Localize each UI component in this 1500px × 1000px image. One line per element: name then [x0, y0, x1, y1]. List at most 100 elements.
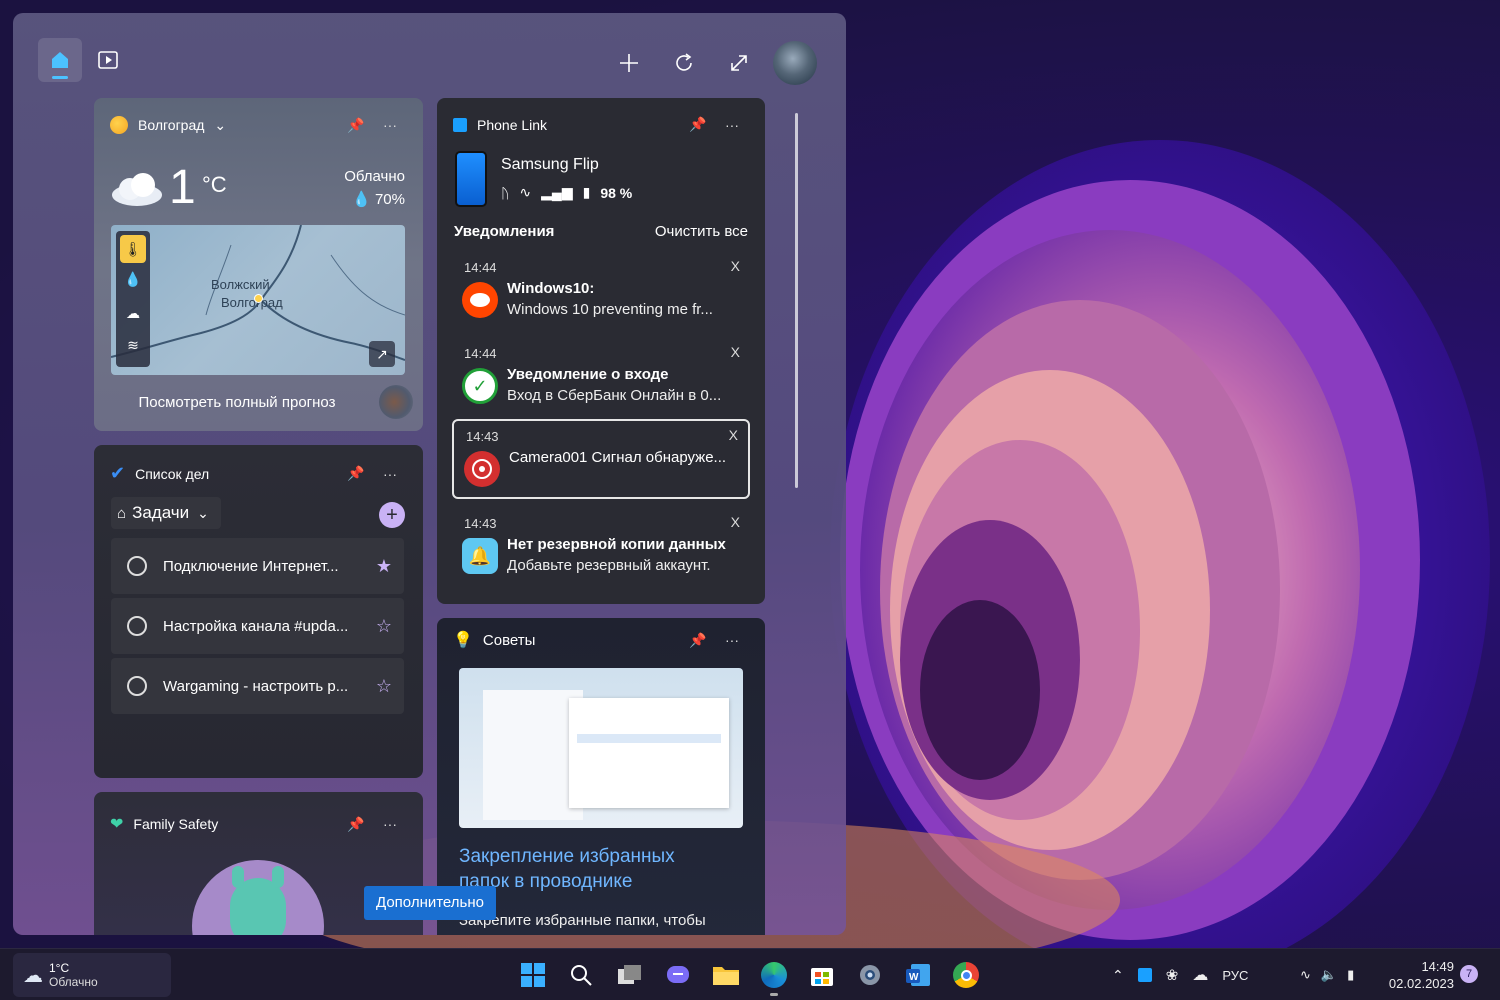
todo-header: ✔ Список дел 📌 ···: [110, 463, 407, 484]
quick-settings[interactable]: ∿ 🔈 ▮: [1300, 949, 1354, 1000]
llama-illustration: [192, 860, 324, 935]
settings-button[interactable]: [854, 959, 886, 991]
scrollbar[interactable]: [795, 113, 798, 488]
star-filled-icon[interactable]: ★: [364, 556, 404, 577]
weather-taskbar-button[interactable]: ☁ 1°C Облачно: [13, 953, 171, 997]
more-button[interactable]: Дополнительно: [364, 886, 496, 920]
refresh-icon: [676, 53, 692, 71]
task-checkbox[interactable]: [127, 676, 147, 696]
chevron-down-icon[interactable]: ⌄: [214, 117, 339, 134]
notification-time: 14:43: [466, 429, 499, 444]
promo-icon[interactable]: [379, 385, 413, 419]
pin-icon[interactable]: 📌: [339, 816, 373, 833]
notification-body: Вход в СберБанк Онлайн в 0...: [507, 387, 722, 404]
wind-icon[interactable]: ≋: [120, 337, 146, 363]
notification-item[interactable]: 14:43 X 🔔 Нет резервной копии данных Доб…: [452, 508, 750, 588]
pin-icon[interactable]: 📌: [681, 632, 715, 649]
task-item[interactable]: Настройка канала #upda... ☆: [111, 598, 404, 654]
clear-all-button[interactable]: Очистить все: [655, 223, 748, 240]
wifi-icon: ∿: [519, 184, 532, 200]
close-icon[interactable]: X: [731, 514, 740, 530]
task-view-button[interactable]: [614, 959, 646, 991]
video-tab[interactable]: [86, 38, 130, 82]
cloud-layer-icon[interactable]: ☁: [120, 305, 146, 331]
home-outline-icon: ⌂: [117, 504, 127, 522]
reddit-icon: [462, 282, 498, 318]
search-button[interactable]: [565, 959, 597, 991]
language-indicator[interactable]: РУС: [1222, 968, 1248, 983]
tip-body: Закрепите избранные папки, чтобы: [459, 912, 706, 929]
expand-button[interactable]: [717, 41, 761, 85]
more-icon[interactable]: ···: [373, 117, 407, 133]
tip-headline-line1[interactable]: Закрепление избранных: [459, 846, 675, 868]
word-button[interactable]: W: [902, 959, 934, 991]
map-layer-toolbar: 🌡 💧 ☁ ≋: [116, 231, 150, 367]
more-icon[interactable]: ···: [373, 816, 407, 832]
clock[interactable]: 14:49 02.02.2023: [1388, 949, 1454, 1000]
task-item[interactable]: Wargaming - настроить р... ☆: [111, 658, 404, 714]
precipitation-icon[interactable]: 💧: [120, 271, 146, 297]
close-icon[interactable]: X: [731, 258, 740, 274]
add-task-button[interactable]: +: [379, 502, 405, 528]
taskbar-condition: Облачно: [49, 975, 98, 989]
weather-widget[interactable]: Волгоград ⌄ 📌 ··· 1 °C Облачно 💧 70% 🌡 💧…: [94, 98, 423, 431]
device-name: Samsung Flip: [501, 156, 599, 173]
phone-image: [455, 151, 487, 207]
svg-text:W: W: [909, 972, 919, 983]
lotus-icon[interactable]: ❀: [1166, 966, 1179, 984]
full-forecast-link[interactable]: Посмотреть полный прогноз: [94, 394, 380, 411]
phone-link-tray-icon[interactable]: [1137, 968, 1152, 982]
weather-condition: Облачно: [344, 168, 405, 185]
avatar[interactable]: [773, 41, 817, 85]
refresh-button[interactable]: [662, 41, 706, 85]
word-icon: W: [906, 964, 930, 986]
signal-icon: ▂▄▆: [541, 184, 573, 200]
teams-chat-button[interactable]: [662, 959, 694, 991]
thermometer-icon[interactable]: 🌡: [120, 235, 146, 263]
store-button[interactable]: [806, 959, 838, 991]
chrome-button[interactable]: [950, 959, 982, 991]
play-icon: [98, 51, 118, 69]
notification-item[interactable]: 14:44 X ✓ Уведомление о входе Вход в Сбе…: [452, 338, 750, 418]
file-explorer-button[interactable]: [710, 959, 742, 991]
expand-icon: [731, 55, 747, 71]
home-tab[interactable]: [38, 38, 82, 82]
phone-title: Phone Link: [477, 116, 548, 133]
battery-icon: ▮: [1347, 967, 1355, 982]
sun-cloud-icon: [110, 116, 128, 134]
pin-icon[interactable]: 📌: [681, 116, 715, 133]
home-icon: [52, 52, 68, 68]
close-icon[interactable]: X: [729, 427, 738, 443]
close-icon[interactable]: X: [731, 344, 740, 360]
phone-link-widget[interactable]: Phone Link 📌 ··· Samsung Flip ᚢ ∿ ▂▄▆ ▮ …: [437, 98, 765, 604]
todo-widget[interactable]: ✔ Список дел 📌 ··· ⌂ Задачи ⌄ + Подключе…: [94, 445, 423, 778]
star-outline-icon[interactable]: ☆: [364, 616, 404, 637]
more-icon[interactable]: ···: [373, 466, 407, 482]
more-icon[interactable]: ···: [715, 632, 749, 648]
task-checkbox[interactable]: [127, 556, 147, 576]
notification-item[interactable]: 14:44 X Windows10: Windows 10 preventing…: [452, 252, 750, 332]
weather-location[interactable]: Волгоград: [138, 117, 204, 133]
todo-title: Список дел: [135, 465, 210, 482]
notification-badge[interactable]: 7: [1460, 965, 1478, 983]
chevron-up-icon[interactable]: ⌃: [1112, 967, 1124, 984]
weather-map[interactable]: 🌡 💧 ☁ ≋ Волжский Волгоград ↗: [111, 225, 405, 375]
start-button[interactable]: [517, 959, 549, 991]
star-outline-icon[interactable]: ☆: [364, 676, 404, 697]
task-item[interactable]: Подключение Интернет... ★: [111, 538, 404, 594]
add-widget-button[interactable]: [607, 41, 651, 85]
notification-item-focused[interactable]: 14:43 X Camera001 Сигнал обнаруже...: [452, 419, 750, 499]
onedrive-icon[interactable]: ☁: [1192, 965, 1208, 985]
chrome-icon: [953, 962, 979, 988]
task-checkbox[interactable]: [127, 616, 147, 636]
tip-screenshot[interactable]: [459, 668, 743, 828]
more-icon[interactable]: ···: [715, 117, 749, 133]
map-expand-icon[interactable]: ↗: [369, 341, 395, 367]
pin-icon[interactable]: 📌: [339, 465, 373, 482]
edge-button[interactable]: [758, 959, 790, 996]
pin-icon[interactable]: 📌: [339, 117, 373, 134]
notification-time: 14:43: [464, 516, 497, 531]
gear-icon: [860, 965, 880, 985]
list-selector[interactable]: ⌂ Задачи ⌄: [111, 497, 221, 529]
map-label-volgograd: Волгоград: [221, 295, 283, 310]
